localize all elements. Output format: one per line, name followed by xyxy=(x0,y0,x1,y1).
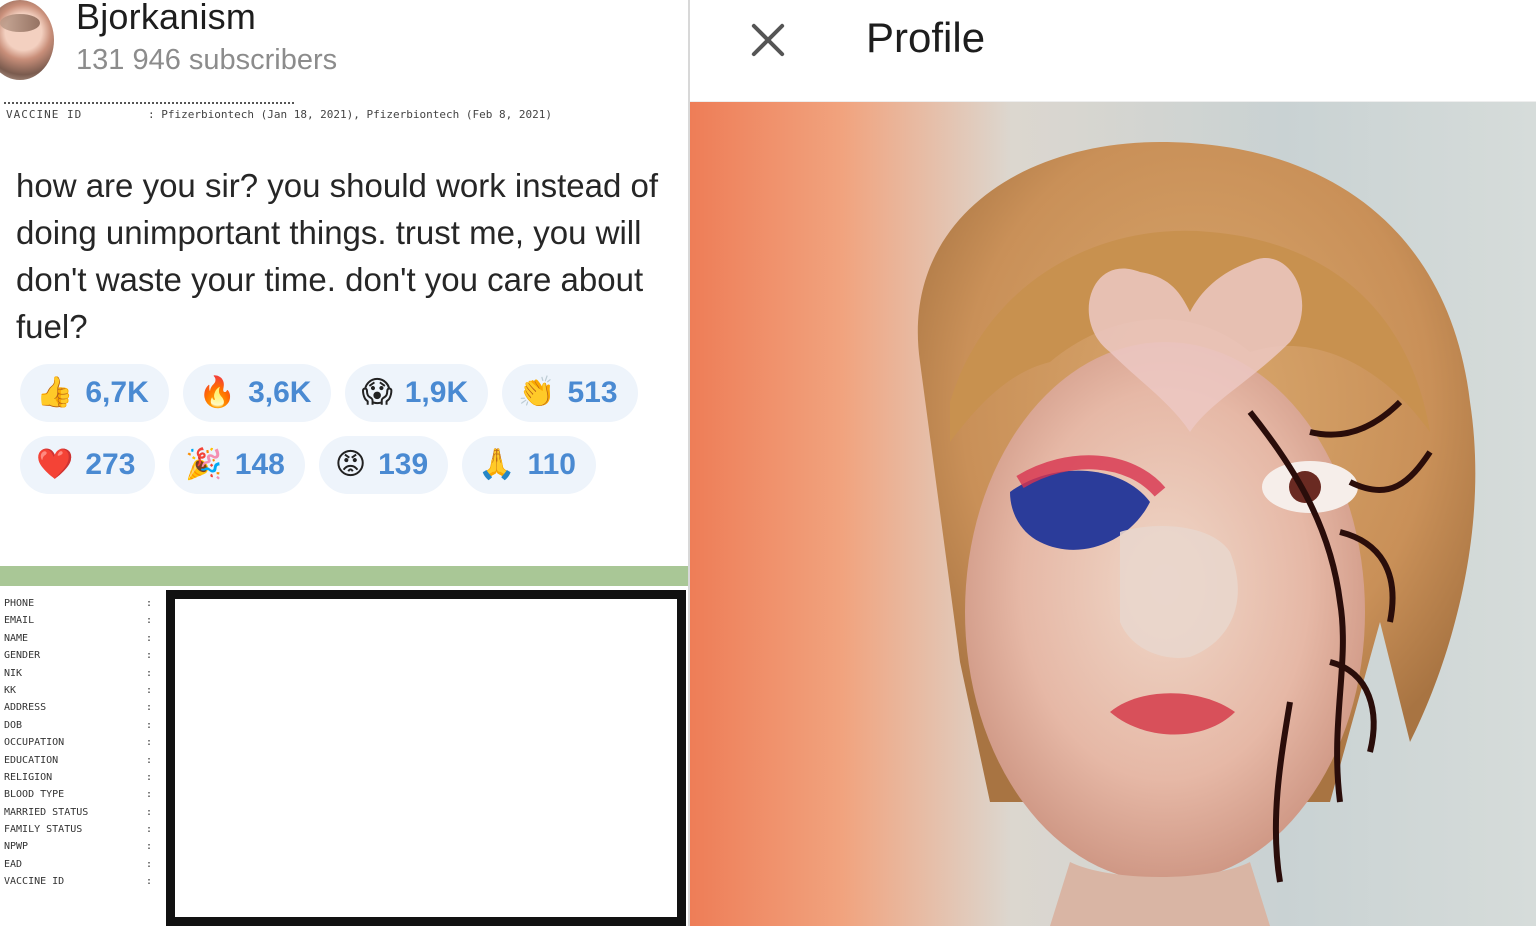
document-field-separator: : xyxy=(146,771,153,783)
profile-pane: Profile xyxy=(690,0,1536,926)
close-icon[interactable] xyxy=(748,20,788,60)
leaked-document-bottom: PHONE: EMAIL: NAME: GENDER: NIK: KK: ADDRESS: D… xyxy=(0,586,688,926)
document-field-separator: : xyxy=(146,632,153,644)
document-field-row: EAD: xyxy=(4,859,164,876)
document-edge xyxy=(4,102,294,105)
document-field-label: PHONE xyxy=(4,598,35,609)
thumbs-up-icon: 👍 xyxy=(36,376,74,409)
document-field-separator: : xyxy=(146,858,153,870)
document-field-separator: : xyxy=(146,615,153,627)
channel-avatar[interactable] xyxy=(0,0,54,80)
document-field-label: DOB xyxy=(4,719,23,731)
document-field-row: GENDER: xyxy=(4,650,164,667)
reaction-chip[interactable]: 👏 513 xyxy=(502,364,638,422)
document-field-row: EMAIL: xyxy=(4,615,164,632)
fire-icon: 🔥 xyxy=(198,376,237,409)
party-popper-icon: 🎉 xyxy=(185,448,223,481)
document-field-label: GENDER xyxy=(4,650,41,662)
reaction-chip[interactable]: 🔥 3,6K xyxy=(182,364,332,422)
reaction-row-1: 👍 6,7K 🔥 3,6K 😱 1,9K 👏 513 xyxy=(20,364,688,422)
document-field-label: FAMILY STATUS xyxy=(4,824,83,836)
document-field-row: NIK: xyxy=(4,668,164,685)
leaked-document-top: VACCINE ID : Pfizerbiontech (Jan 18, 202… xyxy=(0,102,688,132)
reactions-panel: 👍 6,7K 🔥 3,6K 😱 1,9K 👏 513 ❤️ 273 🎉 148 😡 139 🙏… xyxy=(20,364,688,508)
document-field-separator: : xyxy=(146,806,153,818)
reaction-count: 513 xyxy=(567,376,618,409)
reaction-row-2: ❤️ 273 🎉 148 😡 139 🙏 110 xyxy=(20,436,688,494)
angry-face-icon: 😡 xyxy=(334,448,367,481)
praying-hands-icon: 🙏 xyxy=(478,448,516,481)
redaction-box xyxy=(166,590,686,926)
reaction-chip[interactable]: ❤️ 273 xyxy=(20,436,156,494)
document-field-label: OCCUPATION xyxy=(4,737,65,749)
subscriber-count: 131 946 subscribers xyxy=(76,44,338,76)
document-field-row: RELIGION: xyxy=(4,772,164,789)
document-field-label: ADDRESS xyxy=(4,702,47,714)
reaction-chip[interactable]: 🙏 110 xyxy=(462,436,596,494)
document-field-label: NAME xyxy=(4,632,29,644)
document-field-separator: : xyxy=(146,667,153,679)
channel-title: Bjorkanism xyxy=(76,0,257,37)
clapping-hands-icon: 👏 xyxy=(518,376,556,409)
document-field-row: BLOOD TYPE: xyxy=(4,789,164,806)
document-field-value: : Pfizerbiontech (Jan 18, 2021), Pfizerb… xyxy=(148,108,552,121)
message-text: how are you sir? you should work instead… xyxy=(16,167,659,345)
reaction-count: 273 xyxy=(85,448,136,481)
document-field-separator: : xyxy=(146,789,153,801)
reaction-count: 1,9K xyxy=(404,376,469,409)
document-field-label: EMAIL xyxy=(4,615,35,627)
profile-photo-art xyxy=(917,142,1476,926)
document-field-label: EDUCATION xyxy=(4,754,59,766)
document-field-row: NAME: xyxy=(4,633,164,650)
document-field-separator: : xyxy=(146,754,153,766)
document-field-separator: : xyxy=(146,737,153,749)
document-field-separator: : xyxy=(146,841,153,853)
document-field-label: EAD xyxy=(4,858,23,870)
reaction-count: 110 xyxy=(527,448,576,481)
channel-header[interactable]: Bjorkanism 131 946 subscribers xyxy=(0,0,688,102)
scream-face-icon: 😱 xyxy=(361,376,393,409)
document-field-row: VACCINE ID: xyxy=(4,876,164,893)
chat-background-strip xyxy=(0,566,688,586)
heart-icon: ❤️ xyxy=(36,448,74,481)
document-field-label: VACCINE ID xyxy=(4,876,65,888)
document-field-separator: : xyxy=(146,876,153,888)
document-field-label: RELIGION xyxy=(4,771,53,783)
document-field-separator: : xyxy=(146,719,153,731)
document-field-label: MARRIED STATUS xyxy=(4,806,89,818)
channel-pane: Bjorkanism 131 946 subscribers VACCINE I… xyxy=(0,0,688,926)
document-field-row: NPWP: xyxy=(4,841,164,858)
profile-header: Profile xyxy=(690,0,1536,102)
profile-photo xyxy=(690,102,1536,926)
reaction-count: 139 xyxy=(378,448,429,481)
reaction-chip[interactable]: 😡 139 xyxy=(318,436,449,494)
document-field-label: KK xyxy=(4,684,17,696)
document-field-row: EDUCATION: xyxy=(4,755,164,772)
reaction-count: 3,6K xyxy=(248,376,312,409)
document-field-row: OCCUPATION: xyxy=(4,737,164,754)
document-field-separator: : xyxy=(146,702,153,714)
document-field-label: NPWP xyxy=(4,841,29,853)
document-field-label: VACCINE ID xyxy=(6,108,83,121)
document-field-label: BLOOD TYPE xyxy=(4,789,65,801)
reaction-count: 6,7K xyxy=(85,376,149,409)
reaction-count: 148 xyxy=(234,448,285,481)
document-field-list: PHONE: EMAIL: NAME: GENDER: NIK: KK: ADDRESS: D… xyxy=(4,598,164,894)
document-field-label: NIK xyxy=(4,667,23,679)
profile-title: Profile xyxy=(866,14,986,61)
document-field-separator: : xyxy=(146,824,153,836)
document-field-separator: : xyxy=(146,684,153,696)
document-field-separator: : xyxy=(146,650,153,662)
reaction-chip[interactable]: 👍 6,7K xyxy=(20,364,169,422)
document-field-row: KK: xyxy=(4,685,164,702)
reaction-chip[interactable]: 😱 1,9K xyxy=(345,364,489,422)
document-field-separator: : xyxy=(146,598,153,609)
document-field-row: ADDRESS: xyxy=(4,702,164,719)
document-field-row: FAMILY STATUS: xyxy=(4,824,164,841)
document-field-row: DOB: xyxy=(4,720,164,737)
document-field-row: PHONE: xyxy=(4,598,164,615)
reaction-chip[interactable]: 🎉 148 xyxy=(169,436,305,494)
document-field-row: MARRIED STATUS: xyxy=(4,807,164,824)
